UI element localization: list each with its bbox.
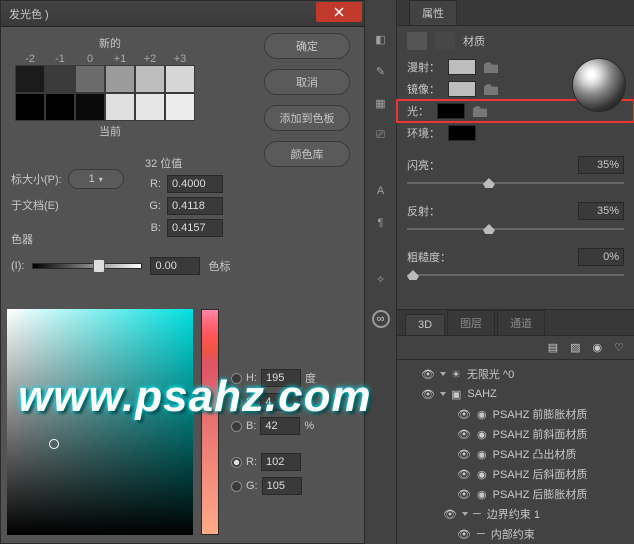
layers-3d-panel: 3D 图层 通道 ▤ ▨ ◉ ♡ 👁☀无限光 ^0 👁▣SAHZ 👁◉PSAHZ…: [397, 310, 634, 544]
material-header: 材质: [463, 33, 485, 49]
tree-row[interactable]: 👁☀无限光 ^0: [397, 364, 634, 384]
s-input[interactable]: [260, 393, 300, 411]
material-preview-sphere[interactable]: [572, 58, 626, 112]
adjust-icon[interactable]: ◧: [372, 30, 390, 48]
ambient-row[interactable]: 环境：: [397, 122, 634, 144]
shine-label: 闪亮：: [407, 157, 440, 173]
add-swatch-button[interactable]: 添加到色板: [264, 105, 350, 131]
b-input[interactable]: [167, 219, 223, 237]
scene-tree: 👁☀无限光 ^0 👁▣SAHZ 👁◉PSAHZ 前膨胀材质 👁◉PSAHZ 前斜…: [397, 360, 634, 540]
b-input[interactable]: [260, 417, 300, 435]
shine-value[interactable]: 35%: [578, 156, 624, 174]
tree-row[interactable]: 👁─边界约束 1: [397, 504, 634, 524]
reflect-value[interactable]: 35%: [578, 202, 624, 220]
specular-swatch[interactable]: [448, 81, 476, 97]
glow-swatch[interactable]: [437, 103, 465, 119]
intensity-input[interactable]: [150, 257, 200, 275]
hue-slider[interactable]: [201, 309, 219, 535]
tree-row[interactable]: 👁◉PSAHZ 凸出材质: [397, 444, 634, 464]
shine-slider[interactable]: [407, 178, 624, 188]
diffuse-swatch[interactable]: [448, 59, 476, 75]
eye-icon[interactable]: 👁: [457, 527, 471, 540]
eye-icon[interactable]: 👁: [421, 367, 435, 381]
stop-label: 色标: [208, 258, 230, 274]
tree-row[interactable]: 👁◉PSAHZ 前膨胀材质: [397, 404, 634, 424]
tree-row[interactable]: 👁◉PSAHZ 后膨胀材质: [397, 484, 634, 504]
tab-3d[interactable]: 3D: [405, 314, 445, 335]
eye-icon[interactable]: 👁: [421, 387, 435, 401]
g8-input[interactable]: [262, 477, 302, 495]
ambient-swatch[interactable]: [448, 125, 476, 141]
eye-icon[interactable]: 👁: [457, 467, 471, 481]
sv-cursor[interactable]: [49, 439, 59, 449]
color-lib-button[interactable]: 颜色库: [264, 141, 350, 167]
b-radio[interactable]: [231, 421, 242, 432]
ok-button[interactable]: 确定: [264, 33, 350, 59]
properties-tab[interactable]: 属性: [409, 0, 457, 25]
rough-label: 粗糙度：: [407, 249, 451, 265]
tab-layers[interactable]: 图层: [447, 310, 495, 335]
eye-icon[interactable]: 👁: [457, 447, 471, 461]
dialog-titlebar[interactable]: 发光色 ): [1, 1, 364, 27]
text-icon[interactable]: A: [372, 182, 390, 200]
r-radio[interactable]: [231, 457, 242, 468]
cc-icon[interactable]: ∞: [372, 310, 390, 328]
bits-label: 32 位值: [145, 155, 223, 171]
tree-row[interactable]: 👁─内部约束: [397, 524, 634, 540]
s-radio[interactable]: [231, 397, 242, 408]
eye-icon[interactable]: 👁: [457, 407, 471, 421]
rough-slider[interactable]: [407, 270, 624, 280]
swatch-icon[interactable]: ▦: [372, 94, 390, 112]
dialog-title: 发光色 ): [9, 6, 49, 22]
filter-light-icon[interactable]: ♡: [614, 341, 624, 354]
sv-picker[interactable]: [7, 309, 193, 535]
close-button[interactable]: [316, 2, 362, 22]
filter-mat-icon[interactable]: ◉: [593, 341, 603, 354]
paragraph-icon[interactable]: ¶: [372, 214, 390, 232]
stamp-icon[interactable]: ⎚: [372, 126, 390, 144]
r8-input[interactable]: [261, 453, 301, 471]
cancel-button[interactable]: 取消: [264, 69, 350, 95]
eye-icon[interactable]: 👁: [443, 507, 457, 521]
reflect-label: 反射：: [407, 203, 440, 219]
tree-row[interactable]: 👁▣SAHZ: [397, 384, 634, 404]
intensity-slider[interactable]: [32, 263, 142, 269]
swatch-row-new[interactable]: [15, 65, 195, 93]
mesh-icon: [435, 32, 455, 50]
material-icon: [407, 32, 427, 50]
color-picker-dialog: 发光色 ) 新的 -2-10+1+2+3 当前 确定 取消: [0, 0, 365, 544]
tool-strip: ◧ ✎ ▦ ⎚ A ¶ ✧ ∞: [365, 0, 397, 544]
h-radio[interactable]: [231, 373, 242, 384]
swatch-row-current[interactable]: [15, 93, 195, 121]
folder-icon[interactable]: [473, 105, 487, 117]
tree-row[interactable]: 👁◉PSAHZ 后斜面材质: [397, 464, 634, 484]
eye-icon[interactable]: 👁: [457, 487, 471, 501]
tree-row[interactable]: 👁◉PSAHZ 前斜面材质: [397, 424, 634, 444]
eye-icon[interactable]: 👁: [457, 427, 471, 441]
rough-value[interactable]: 0%: [578, 248, 624, 266]
filter-scene-icon[interactable]: ▤: [548, 341, 558, 354]
reflect-slider[interactable]: [407, 224, 624, 234]
doc-label: 于文档(E): [11, 197, 59, 213]
tab-channels[interactable]: 通道: [497, 310, 545, 335]
wand-icon[interactable]: ✧: [372, 270, 390, 288]
r-input[interactable]: [167, 175, 223, 193]
intensity-label: (I):: [11, 260, 24, 272]
g-input[interactable]: [167, 197, 223, 215]
folder-icon[interactable]: [484, 61, 498, 73]
h-input[interactable]: [261, 369, 301, 387]
properties-panel: 属性 材质 漫射： 镜像： 光： 环境： 闪亮：35% 反射：35% 粗糙度：0…: [397, 0, 634, 310]
g-radio[interactable]: [231, 481, 242, 492]
brush-icon[interactable]: ✎: [372, 62, 390, 80]
size-select[interactable]: 1▾: [68, 169, 124, 189]
size-label: 标大小(P):: [11, 171, 62, 187]
folder-icon[interactable]: [484, 83, 498, 95]
filter-mesh-icon[interactable]: ▨: [570, 341, 580, 354]
offset-row: -2-10+1+2+3: [15, 53, 195, 65]
